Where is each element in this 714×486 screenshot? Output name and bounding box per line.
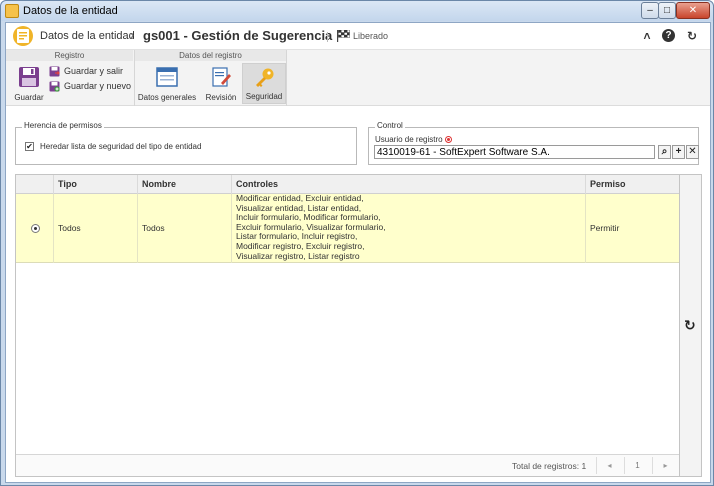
inherit-security-label[interactable]: Heredar lista de seguridad del tipo de e… [40,142,201,151]
save-new-icon [49,81,60,92]
clear-icon[interactable]: ✕ [686,145,699,159]
security-button[interactable]: Seguridad [242,63,286,104]
prev-page-button[interactable]: ◂ [596,457,622,474]
security-label: Seguridad [245,92,283,101]
window-title: Datos de la entidad [23,5,118,17]
title-bar: Datos de la entidad – □ ✕ [1,1,713,21]
save-and-new-label: Guardar y nuevo [64,81,132,91]
grid-header: Tipo Nombre Controles Permiso [16,175,679,194]
control-line: Visualizar registro, Listar registro [236,250,360,261]
page-title: gs001 - Gestión de Sugerencia [143,28,333,43]
window-form-icon [156,66,178,88]
breadcrumb-entity-data[interactable]: Datos de la entidad [40,30,135,42]
key-icon [253,67,275,89]
column-header-tipo[interactable]: Tipo [53,175,137,194]
inherit-security-checkbox[interactable]: ✔ [25,142,34,151]
ribbon-divider [286,50,287,106]
refresh-icon[interactable]: ↻ [685,29,699,43]
inheritance-legend: Herencia de permisos [22,121,104,130]
add-icon[interactable]: + [672,145,685,159]
required-icon [444,136,452,143]
page-header: Datos de la entidad › gs001 - Gestión de… [6,23,710,50]
entity-logo-icon [13,26,33,46]
cell-permiso: Permitir [585,194,679,263]
search-icon[interactable]: ⌕ [658,145,671,159]
total-records: Total de registros: 1 [512,461,587,471]
cell-controles: Modificar entidad, Excluir entidad, Visu… [231,193,585,263]
header-divider [327,32,328,42]
revision-label: Revisión [205,93,237,102]
refresh-icon[interactable]: ↻ [684,317,696,334]
window-frame: Datos de la entidad – □ ✕ Datos de la en… [0,0,714,486]
cell-nombre: Todos [137,194,231,263]
ribbon-divider [134,50,135,106]
help-icon[interactable]: ? [662,29,675,42]
save-and-exit-label: Guardar y salir [64,66,124,76]
minimize-button[interactable]: – [641,2,659,19]
window-client: Datos de la entidad › gs001 - Gestión de… [5,22,711,483]
general-data-button[interactable]: Datos generales [137,63,197,104]
save-exit-icon [49,66,60,77]
status-badge: Liberado [353,31,389,41]
general-data-label: Datos generales [137,93,197,102]
maximize-button[interactable]: □ [658,2,676,19]
column-header-controles[interactable]: Controles [231,175,585,194]
row-radio-button[interactable] [31,224,40,233]
save-button[interactable]: Guardar [9,63,49,104]
table-row[interactable]: Todos Todos Modificar entidad, Excluir e… [16,193,679,263]
cell-tipo: Todos [53,194,137,263]
column-header-permiso[interactable]: Permiso [585,175,679,194]
breadcrumb-separator-icon: › [130,28,134,42]
permissions-grid: Tipo Nombre Controles Permiso Todos Todo… [15,174,680,477]
grid-footer: Total de registros: 1 ◂ 1 ▸ [16,454,679,476]
grid-side-panel: ↻ [680,174,702,477]
registry-user-label: Usuario de registro [375,135,452,144]
column-header-select [16,175,53,194]
row-select-cell [16,194,53,263]
ribbon-group-registro: Registro [6,50,133,61]
collapse-icon[interactable]: ˄ [640,29,654,43]
revision-button[interactable]: Revisión [204,63,238,104]
floppy-disk-icon [18,66,40,88]
page-number: 1 [624,457,650,474]
control-legend: Control [375,121,405,130]
close-button[interactable]: ✕ [676,2,710,19]
inheritance-fieldset: Herencia de permisos ✔ Heredar lista de … [15,121,357,165]
checkered-flag-icon [337,29,350,45]
registry-user-input[interactable] [374,145,655,159]
column-header-nombre[interactable]: Nombre [137,175,231,194]
app-icon [5,4,19,18]
save-label: Guardar [14,93,44,102]
ribbon-toolbar: Registro Datos del registro Guardar Guar… [6,50,710,106]
ribbon-group-datos-registro: Datos del registro [135,50,286,61]
document-edit-icon [210,66,232,88]
control-fieldset: Control Usuario de registro ⌕ + ✕ [368,121,699,165]
next-page-button[interactable]: ▸ [652,457,678,474]
